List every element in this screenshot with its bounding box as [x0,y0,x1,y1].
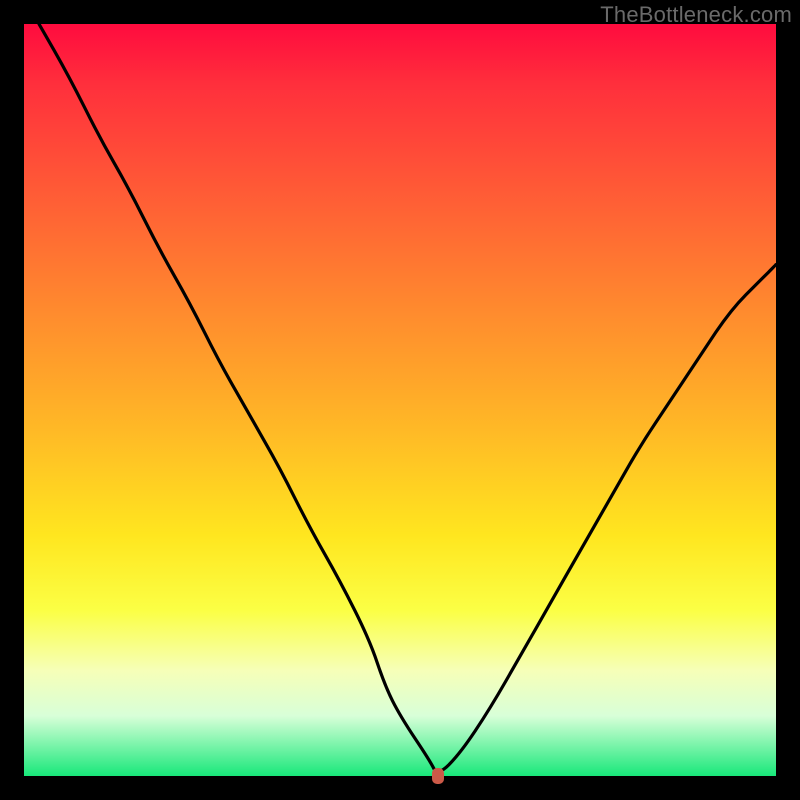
bottleneck-curve [24,24,776,776]
watermark-text: TheBottleneck.com [600,2,792,28]
plot-area [24,24,776,776]
optimum-marker [432,768,444,784]
curve-path [39,24,776,771]
chart-frame: TheBottleneck.com [0,0,800,800]
